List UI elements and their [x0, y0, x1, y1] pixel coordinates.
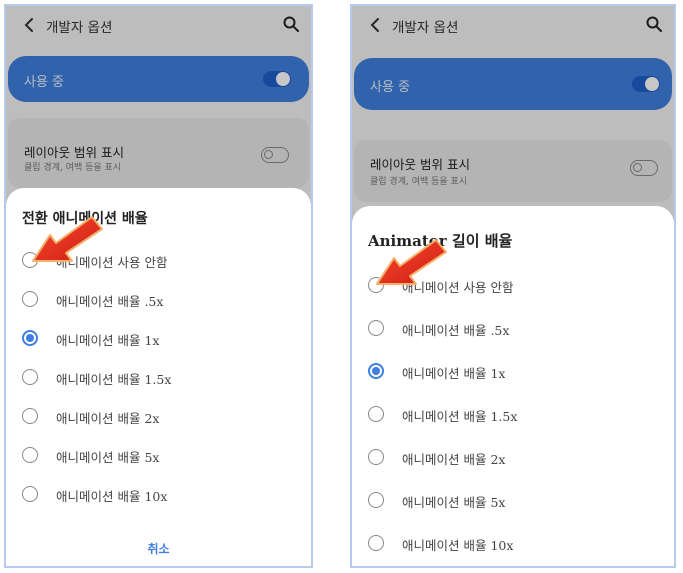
radio-button[interactable]: [22, 486, 38, 502]
radio-button-selected[interactable]: [368, 363, 384, 379]
radio-button[interactable]: [22, 408, 38, 424]
radio-button[interactable]: [368, 449, 384, 465]
option-5x[interactable]: 애니메이션 배율 5x: [352, 486, 674, 516]
option-0-5x[interactable]: 애니메이션 배율 .5x: [6, 285, 311, 315]
radio-button[interactable]: [368, 406, 384, 422]
radio-button[interactable]: [22, 447, 38, 463]
option-1-5x[interactable]: 애니메이션 배율 1.5x: [6, 363, 311, 393]
radio-button[interactable]: [368, 535, 384, 551]
cancel-button[interactable]: 취소: [6, 540, 311, 557]
option-label: 애니메이션 배율 1.5x: [56, 372, 172, 387]
option-2x[interactable]: 애니메이션 배율 2x: [6, 402, 311, 432]
option-5x[interactable]: 애니메이션 배율 5x: [6, 441, 311, 471]
radio-button[interactable]: [22, 369, 38, 385]
radio-button[interactable]: [22, 291, 38, 307]
option-label: 애니메이션 배율 1x: [402, 366, 506, 381]
option-1x[interactable]: 애니메이션 배율 1x: [352, 357, 674, 387]
option-2x[interactable]: 애니메이션 배율 2x: [352, 443, 674, 473]
radio-button[interactable]: [368, 320, 384, 336]
radio-button-selected[interactable]: [22, 330, 38, 346]
option-label: 애니메이션 배율 1x: [56, 333, 160, 348]
arrow-annotation: [376, 239, 447, 285]
option-label: 애니메이션 배율 10x: [56, 489, 168, 504]
option-label: 애니메이션 배율 .5x: [56, 294, 164, 309]
option-10x[interactable]: 애니메이션 배율 10x: [352, 529, 674, 559]
option-label: 애니메이션 배율 10x: [402, 538, 514, 553]
option-0-5x[interactable]: 애니메이션 배율 .5x: [352, 314, 674, 344]
option-label: 애니메이션 배율 2x: [402, 452, 506, 467]
option-label: 애니메이션 배율 1.5x: [402, 409, 518, 424]
arrow-annotation: [32, 216, 103, 262]
radio-button[interactable]: [368, 492, 384, 508]
option-label: 애니메이션 배율 2x: [56, 411, 160, 426]
option-label: 애니메이션 배율 5x: [56, 450, 160, 465]
option-label: 애니메이션 배율 .5x: [402, 323, 510, 338]
option-10x[interactable]: 애니메이션 배율 10x: [6, 480, 311, 510]
option-label: 애니메이션 배율 5x: [402, 495, 506, 510]
phone-screen-left: 개발자 옵션 사용 중 레이아웃 범위 표시 클립 경계, 여백 등을 표시 전…: [4, 4, 313, 568]
option-1x[interactable]: 애니메이션 배율 1x: [6, 324, 311, 354]
option-1-5x[interactable]: 애니메이션 배율 1.5x: [352, 400, 674, 430]
phone-screen-right: 개발자 옵션 사용 중 레이아웃 범위 표시 클립 경계, 여백 등을 표시 A…: [350, 4, 676, 568]
